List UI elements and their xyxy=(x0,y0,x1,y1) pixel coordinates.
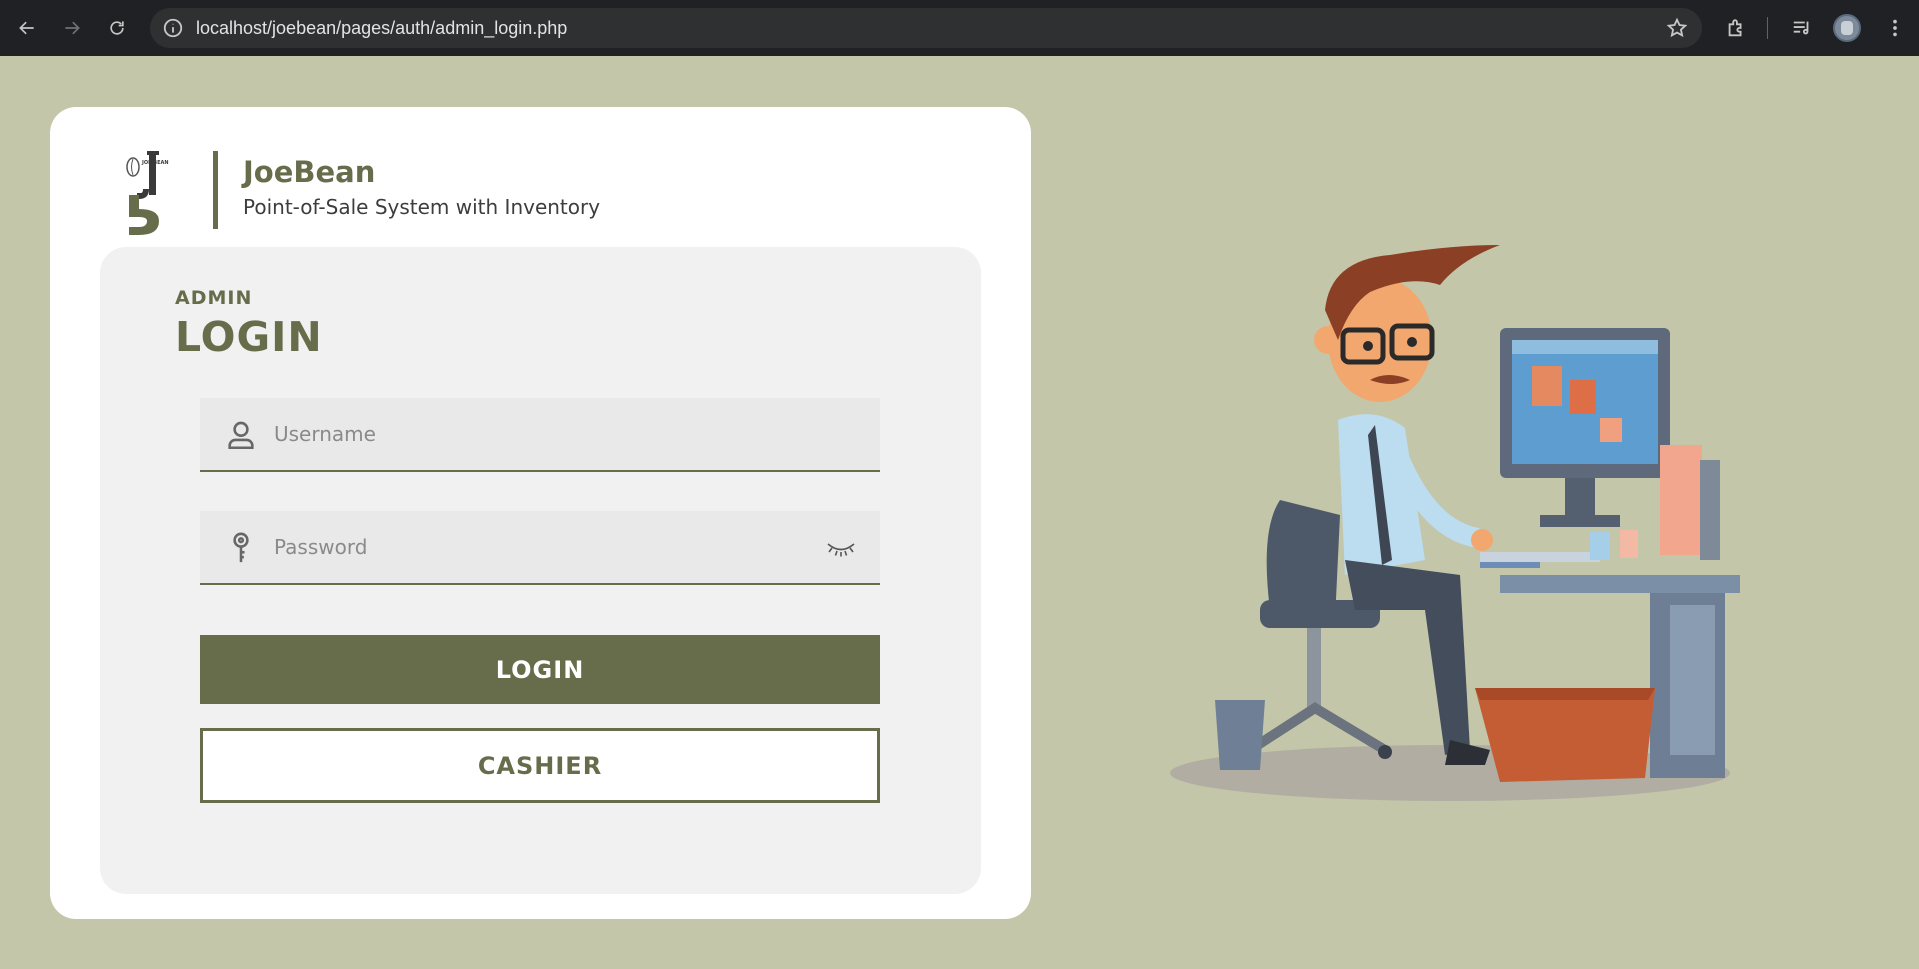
password-field xyxy=(200,511,880,585)
site-info-icon[interactable] xyxy=(162,17,184,39)
password-input[interactable] xyxy=(274,511,834,583)
key-icon xyxy=(233,532,249,563)
forward-icon xyxy=(65,21,80,35)
office-worker-illustration xyxy=(1170,245,1740,801)
profile-avatar[interactable] xyxy=(1833,14,1861,42)
username-input[interactable] xyxy=(274,398,834,470)
menu-kebab-icon xyxy=(1893,19,1897,37)
bookmark-star-icon[interactable] xyxy=(1666,17,1688,39)
url-text[interactable]: localhost/joebean/pages/auth/admin_login… xyxy=(196,8,567,48)
browser-menu-button[interactable] xyxy=(1880,13,1910,43)
brand-name: JoeBean xyxy=(243,155,376,189)
extensions-button[interactable] xyxy=(1721,13,1751,43)
login-button[interactable]: LOGIN xyxy=(200,635,880,704)
brand-divider xyxy=(213,151,218,229)
eye-closed-icon[interactable] xyxy=(826,535,856,559)
login-title: LOGIN xyxy=(175,313,323,361)
login-role-label: ADMIN xyxy=(175,287,253,309)
joebean-logo: JOE BEAN xyxy=(126,151,169,235)
username-field xyxy=(200,398,880,472)
toolbar-divider xyxy=(1767,17,1768,39)
reload-icon xyxy=(110,21,124,35)
forward-button[interactable] xyxy=(56,12,88,44)
extensions-icon xyxy=(1728,19,1742,37)
back-icon xyxy=(19,21,34,35)
logo-lettering: JOE BEAN xyxy=(141,160,169,166)
login-card: JOE BEAN JoeBean Point-of-Sale System wi… xyxy=(50,107,1031,919)
cashier-button[interactable]: CASHIER xyxy=(200,728,880,803)
user-icon xyxy=(228,421,254,450)
browser-toolbar: localhost/joebean/pages/auth/admin_login… xyxy=(0,0,1919,56)
reload-button[interactable] xyxy=(101,12,133,44)
brand-tagline: Point-of-Sale System with Inventory xyxy=(243,195,601,219)
login-form-panel: ADMIN LOGIN LOGIN CASHIER xyxy=(100,247,981,894)
back-button[interactable] xyxy=(11,12,43,44)
media-controls-icon xyxy=(1793,21,1809,35)
address-bar[interactable]: localhost/joebean/pages/auth/admin_login… xyxy=(150,8,1702,48)
media-controls-button[interactable] xyxy=(1787,13,1817,43)
